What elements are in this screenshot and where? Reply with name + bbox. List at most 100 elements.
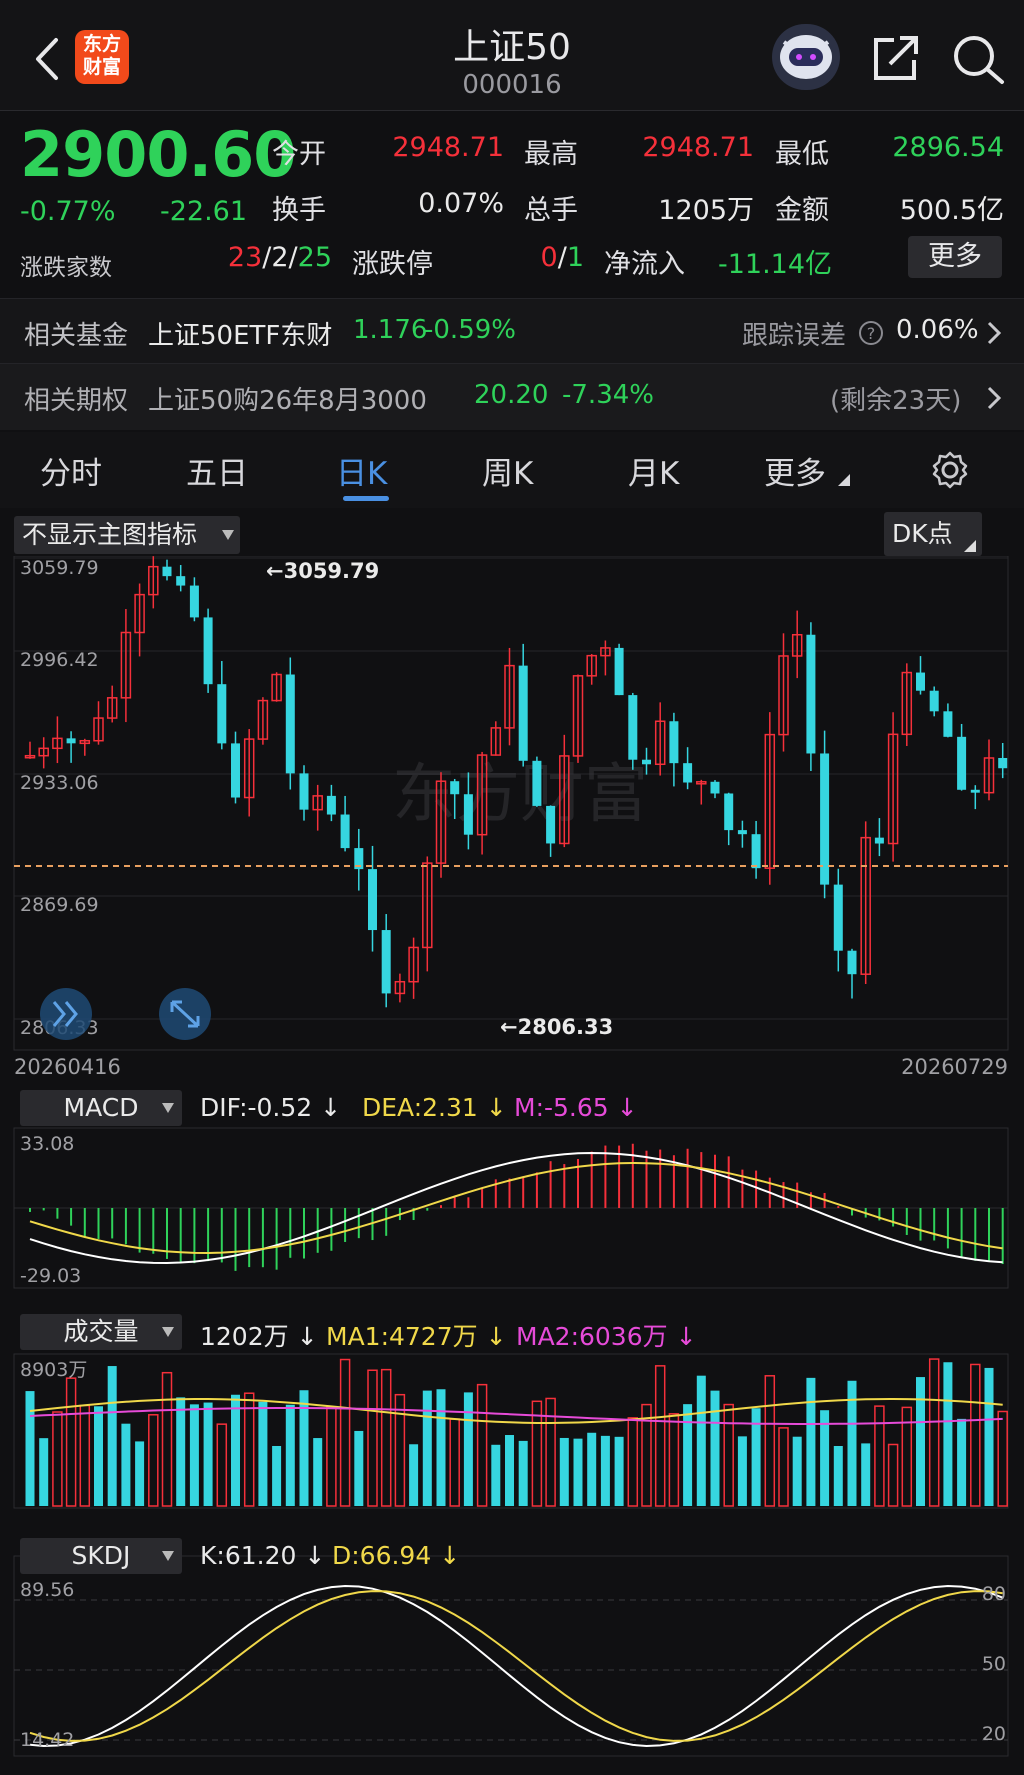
volume-dropdown-label: 成交量	[63, 1317, 139, 1346]
candle-body-down	[176, 576, 186, 586]
candle-body-down	[847, 950, 857, 975]
candle-body-down	[929, 690, 939, 712]
open-value: 2948.71	[392, 132, 504, 163]
volume-ma1-value: MA1:4727万 ↓	[326, 1322, 507, 1351]
period-tabs: 分时 五日 日K 周K 月K 更多	[0, 432, 1024, 508]
macd-dropdown[interactable]: MACD	[20, 1090, 182, 1126]
eastmoney-logo[interactable]: 东方 财富	[75, 30, 129, 84]
candle-body-down	[998, 757, 1008, 769]
candle-body-down	[833, 884, 843, 951]
tab-timeshare[interactable]: 分时	[40, 448, 102, 493]
candle-body-down	[669, 721, 679, 764]
volume-label: 总手	[524, 195, 578, 226]
volume-bar-up	[970, 1363, 981, 1507]
volume-bar-down	[409, 1444, 419, 1506]
search-icon[interactable]	[950, 32, 1006, 86]
volume-bar-down	[354, 1430, 364, 1506]
amount-value: 500.5亿	[899, 195, 1004, 226]
volume-bar-down	[984, 1367, 994, 1506]
price-axis-label: 2996.42	[20, 649, 99, 671]
dropdown-triangle-icon	[222, 530, 234, 540]
change-percent: -0.77%	[20, 196, 116, 227]
limit-down: 1	[566, 242, 584, 273]
tracking-error-value: 0.06%	[896, 315, 979, 345]
volume-bar-down	[491, 1444, 501, 1506]
macd-dif-value: DIF:-0.52 ↓	[200, 1093, 342, 1122]
candle-body-down	[724, 793, 734, 831]
skdj-dropdown[interactable]: SKDJ	[20, 1538, 182, 1574]
turnover-label: 换手	[272, 195, 326, 226]
candle-body-down	[340, 814, 350, 849]
more-quote-button[interactable]: 更多	[908, 236, 1002, 278]
open-label: 今开	[272, 139, 326, 170]
related-option-change: -7.34%	[562, 380, 654, 410]
fullscreen-button[interactable]	[159, 988, 211, 1040]
price-axis-label: 2869.69	[20, 894, 99, 916]
dk-point-label: DK点	[892, 519, 953, 548]
main-indicator-dropdown[interactable]: 不显示主图指标	[14, 516, 240, 554]
limit-up: 0	[540, 242, 558, 273]
svg-text:?: ?	[867, 324, 876, 343]
tracking-error-label: 跟踪误差	[742, 321, 847, 351]
volume-ma2-value: MA2:6036万 ↓	[516, 1322, 697, 1351]
volume-bar-down	[39, 1438, 49, 1506]
high-annotation: ←3059.79	[266, 559, 379, 583]
volume-bar-up	[531, 1400, 543, 1507]
collapse-panel-button[interactable]	[40, 988, 92, 1040]
candle-body-down	[368, 869, 377, 931]
share-icon[interactable]	[870, 34, 922, 84]
index-title: 上证50	[453, 27, 571, 68]
dk-triangle-icon	[964, 540, 976, 552]
tab-more[interactable]: 更多	[764, 448, 826, 493]
settings-gear-icon[interactable]	[930, 450, 970, 490]
volume-bar-up	[65, 1377, 77, 1507]
volume-bar-up	[52, 1411, 63, 1507]
candle-body-down	[231, 743, 240, 798]
chevron-right-icon[interactable]	[986, 320, 1002, 346]
volume-bar-up	[476, 1383, 488, 1507]
volume-bar-down	[463, 1392, 473, 1506]
back-arrow-icon[interactable]	[30, 34, 66, 84]
volume-bar-down	[505, 1435, 514, 1506]
volume-bar-down	[559, 1437, 569, 1506]
candle-body-down	[518, 665, 528, 761]
candle-body-down	[820, 753, 830, 885]
tab-monthly-k[interactable]: 月K	[628, 448, 679, 493]
candle-body-down	[326, 795, 336, 815]
help-icon[interactable]: ?	[858, 320, 884, 346]
inflow-value: -11.14亿	[718, 249, 833, 280]
volume-bar-up	[79, 1404, 91, 1507]
k-line	[29, 1584, 1004, 1748]
kline-charts[interactable]: 东方财富 3059.79 2996.42 2933.06 2869.69 280…	[0, 556, 1024, 1775]
logo-text-top: 东方	[82, 33, 121, 55]
candle-body-down	[957, 736, 967, 790]
volume-dropdown[interactable]: 成交量	[20, 1314, 182, 1350]
index-code: 000016	[462, 70, 562, 100]
candle-body-down	[189, 585, 199, 618]
dk-point-button[interactable]: DK点	[884, 512, 982, 556]
tab-five-day[interactable]: 五日	[186, 448, 248, 493]
volume-bar-up	[764, 1375, 776, 1507]
volume-bar-up	[654, 1365, 666, 1507]
volume-bar-down	[25, 1391, 35, 1506]
low-annotation: ←2806.33	[500, 1015, 613, 1039]
tab-weekly-k[interactable]: 周K	[482, 448, 533, 493]
candle-body-down	[710, 781, 720, 794]
tab-daily-k[interactable]: 日K	[336, 448, 387, 493]
volume-bar-down	[285, 1404, 295, 1506]
volume-bar-down	[600, 1435, 610, 1506]
robot-assistant-icon[interactable]	[772, 24, 840, 90]
candle-body-down	[874, 837, 884, 844]
volume-bar-down	[436, 1389, 446, 1506]
candle-body-down	[614, 647, 624, 696]
candle-body-down	[299, 773, 309, 810]
volume-bar-down	[710, 1390, 720, 1506]
volume-bar-up	[449, 1418, 460, 1507]
volume-bar-down	[189, 1404, 199, 1506]
volume-value: 1202万 ↓	[200, 1322, 318, 1351]
macd-m-value: M:-5.65 ↓	[514, 1093, 638, 1122]
breadth-values: 23/2/25	[227, 242, 332, 273]
candle-body-down	[66, 738, 76, 744]
d-line	[29, 1590, 1003, 1742]
chevron-right-icon[interactable]	[986, 385, 1002, 411]
